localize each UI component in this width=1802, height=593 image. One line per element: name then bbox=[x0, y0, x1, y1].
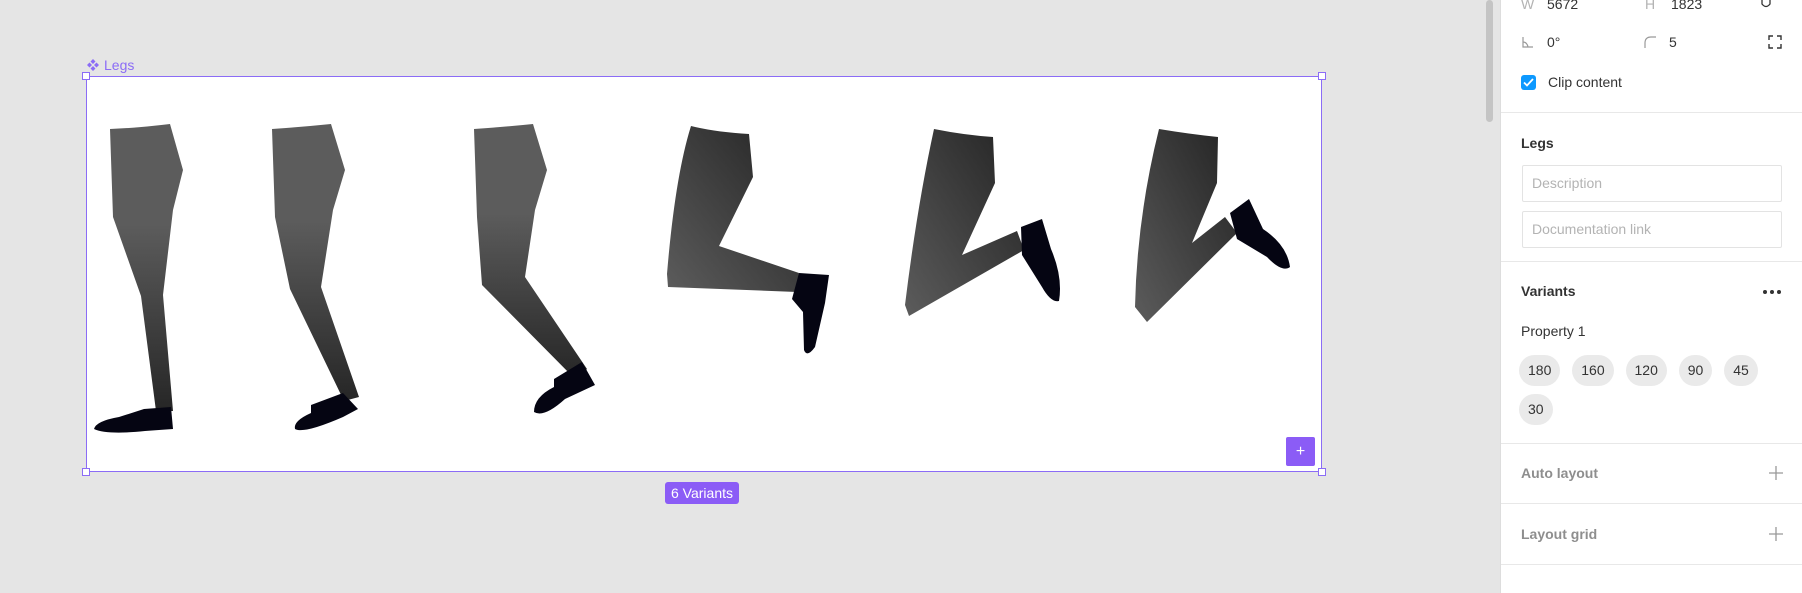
more-options-icon[interactable] bbox=[1762, 289, 1782, 295]
height-label: H bbox=[1645, 0, 1656, 12]
clip-content-label: Clip content bbox=[1548, 74, 1622, 90]
resize-handle-top-right[interactable] bbox=[1318, 72, 1326, 80]
resize-handle-top-left[interactable] bbox=[82, 72, 90, 80]
variant-value-pill[interactable]: 90 bbox=[1678, 355, 1713, 386]
auto-layout-title: Auto layout bbox=[1521, 465, 1598, 481]
section-divider bbox=[1501, 564, 1802, 565]
section-divider bbox=[1501, 261, 1802, 262]
canvas-scrollbar[interactable] bbox=[1486, 0, 1493, 122]
layout-grid-title: Layout grid bbox=[1521, 526, 1598, 542]
variant-value-pill[interactable]: 160 bbox=[1572, 355, 1614, 386]
description-input[interactable]: Description bbox=[1522, 165, 1782, 202]
design-canvas[interactable]: Legs } bbox=[0, 0, 1500, 593]
leg-variant-160[interactable]: } bbox=[272, 124, 359, 431]
corner-radius-value[interactable]: 5 bbox=[1669, 34, 1677, 50]
variant-value-pill[interactable]: 120 bbox=[1625, 355, 1667, 386]
component-set-label[interactable]: Legs bbox=[86, 57, 134, 73]
resize-handle-bottom-right[interactable] bbox=[1318, 468, 1326, 476]
variant-value-pill[interactable]: 30 bbox=[1519, 394, 1553, 425]
height-value[interactable]: 1823 bbox=[1671, 0, 1702, 12]
design-properties-panel: W 5672 H 1823 0° 5 Clip content Legs Des… bbox=[1500, 0, 1802, 593]
variant-count-badge: 6 Variants bbox=[665, 482, 739, 504]
variant-property-name[interactable]: Property 1 bbox=[1521, 323, 1586, 339]
width-value[interactable]: 5672 bbox=[1547, 0, 1645, 12]
rotation-icon bbox=[1522, 37, 1533, 48]
variant-value-pill[interactable]: 45 bbox=[1724, 355, 1758, 386]
component-set-icon bbox=[87, 59, 99, 71]
constrain-proportions-icon[interactable] bbox=[1760, 0, 1772, 10]
leg-variant-120[interactable] bbox=[474, 124, 595, 414]
add-variant-button[interactable]: + bbox=[1286, 437, 1315, 466]
clip-content-row[interactable]: Clip content bbox=[1521, 72, 1782, 92]
leg-variant-90[interactable] bbox=[667, 126, 829, 354]
legs-illustration: } bbox=[94, 124, 1290, 433]
add-layout-grid-icon[interactable] bbox=[1769, 527, 1783, 541]
resize-handle-bottom-left[interactable] bbox=[82, 468, 90, 476]
corner-radius-icon bbox=[1644, 36, 1656, 48]
documentation-link-input[interactable]: Documentation link bbox=[1522, 211, 1782, 248]
section-divider bbox=[1501, 503, 1802, 504]
variants-title: Variants bbox=[1521, 283, 1576, 299]
variant-value-pill[interactable]: 180 bbox=[1519, 355, 1561, 386]
rotation-value[interactable]: 0° bbox=[1547, 34, 1643, 50]
component-title: Legs bbox=[1521, 135, 1554, 151]
leg-variant-45[interactable] bbox=[905, 129, 1060, 316]
component-set-frame[interactable]: } bbox=[82, 72, 1326, 476]
leg-variant-180[interactable] bbox=[94, 124, 183, 433]
section-divider bbox=[1501, 443, 1802, 444]
add-auto-layout-icon[interactable] bbox=[1769, 466, 1783, 480]
component-set-name: Legs bbox=[104, 57, 135, 73]
independent-corners-icon[interactable] bbox=[1768, 35, 1782, 49]
check-icon bbox=[1523, 77, 1534, 87]
variant-values-list: 180 160 120 90 45 30 bbox=[1519, 355, 1789, 425]
leg-variant-30[interactable] bbox=[1135, 129, 1290, 322]
width-label: W bbox=[1521, 0, 1535, 12]
section-divider bbox=[1501, 112, 1802, 113]
clip-content-checkbox[interactable] bbox=[1521, 74, 1536, 90]
